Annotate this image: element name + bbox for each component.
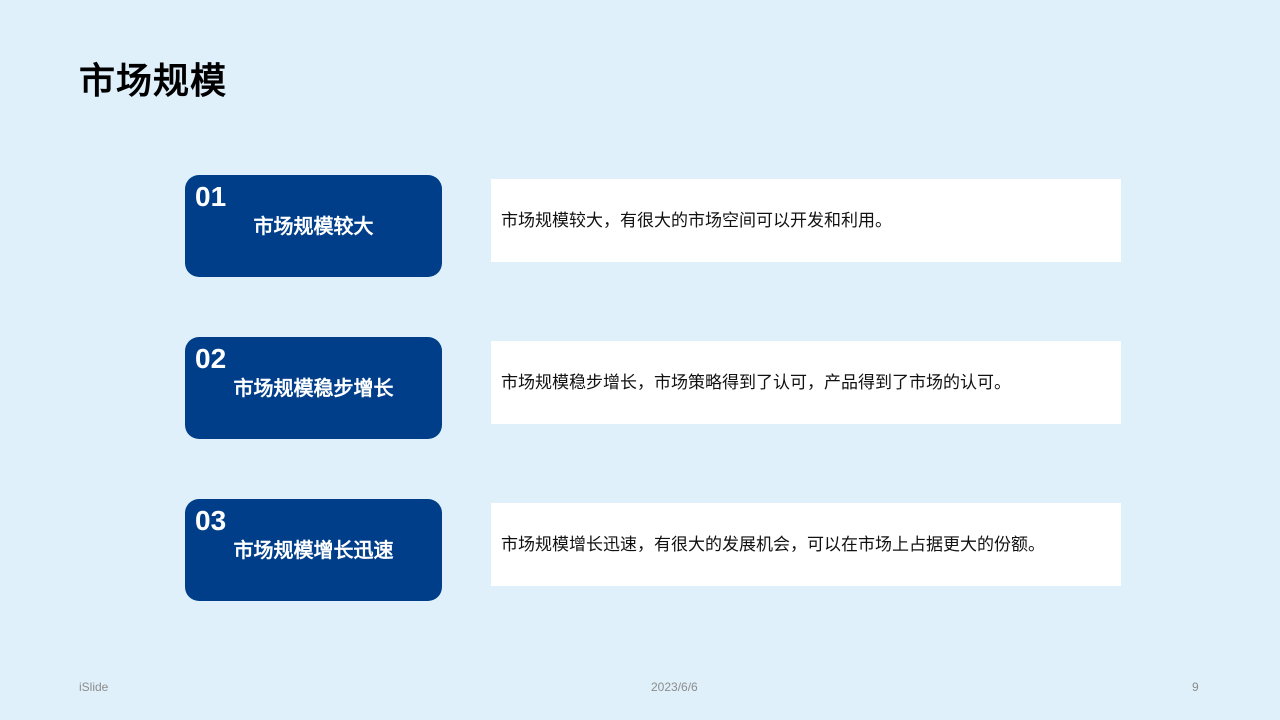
item-description: 市场规模稳步增长，市场策略得到了认可，产品得到了市场的认可。 (501, 372, 1011, 393)
list-item: 01 市场规模较大 市场规模较大，有很大的市场空间可以开发和利用。 (185, 175, 1121, 277)
item-number: 02 (195, 343, 227, 374)
list-item: 02 市场规模稳步增长 市场规模稳步增长，市场策略得到了认可，产品得到了市场的认… (185, 337, 1121, 439)
item-description: 市场规模增长迅速，有很大的发展机会，可以在市场上占据更大的份额。 (501, 534, 1045, 555)
item-heading: 市场规模较大 (253, 214, 374, 238)
page-title: 市场规模 (79, 61, 228, 102)
list-item: 03 市场规模增长迅速 市场规模增长迅速，有很大的发展机会，可以在市场上占据更大… (185, 499, 1121, 601)
item-heading: 市场规模稳步增长 (233, 376, 394, 400)
item-heading: 市场规模增长迅速 (233, 538, 394, 562)
item-description-panel: 市场规模较大，有很大的市场空间可以开发和利用。 (491, 179, 1121, 262)
item-description: 市场规模较大，有很大的市场空间可以开发和利用。 (501, 210, 892, 231)
footer-brand: iSlide (79, 680, 109, 694)
footer-page-number: 9 (1192, 680, 1199, 694)
item-card: 03 市场规模增长迅速 (185, 499, 442, 601)
item-number: 03 (195, 505, 227, 536)
footer-date: 2023/6/6 (651, 680, 698, 694)
item-card: 02 市场规模稳步增长 (185, 337, 442, 439)
item-number: 01 (195, 181, 227, 212)
item-description-panel: 市场规模稳步增长，市场策略得到了认可，产品得到了市场的认可。 (491, 341, 1121, 424)
item-description-panel: 市场规模增长迅速，有很大的发展机会，可以在市场上占据更大的份额。 (491, 503, 1121, 586)
item-card: 01 市场规模较大 (185, 175, 442, 277)
slide: 市场规模 01 市场规模较大 市场规模较大，有很大的市场空间可以开发和利用。 0… (0, 0, 1280, 720)
